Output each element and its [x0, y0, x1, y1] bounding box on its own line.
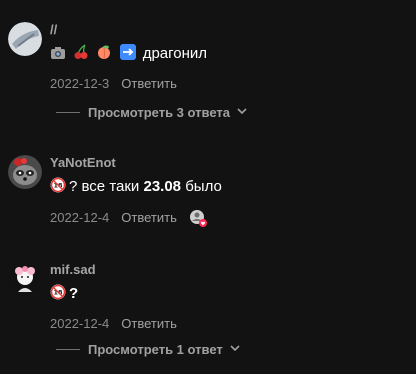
avatar[interactable] — [8, 262, 42, 296]
comment-date: 2022-12-3 — [50, 76, 110, 91]
comment-text-post: было — [181, 178, 222, 195]
comment-username[interactable]: YaNotEnot — [50, 155, 408, 171]
comment-text: 18 ? — [50, 284, 408, 305]
comment-text-main: драгонил — [142, 45, 208, 62]
reply-button[interactable]: Ответить — [121, 316, 177, 332]
avatar[interactable] — [8, 22, 42, 56]
comment-meta: 2022-12-3 Ответить — [50, 76, 408, 92]
comment-date: 2022-12-4 — [50, 210, 110, 225]
creator-liked-badge — [189, 209, 207, 227]
camera-icon — [50, 46, 66, 65]
comment-date: 2022-12-4 — [50, 316, 110, 331]
reply-button[interactable]: Ответить — [121, 76, 177, 92]
peach-icon — [96, 44, 112, 65]
comment-text-bold: 23.08 — [143, 178, 182, 195]
comment-meta: 2022-12-4 Ответить — [50, 209, 408, 227]
view-replies-button[interactable]: Просмотреть 3 ответа — [56, 105, 248, 120]
comment-username[interactable]: mif.sad — [50, 262, 408, 278]
cherries-icon — [73, 44, 89, 65]
comment-meta: 2022-12-4 Ответить — [50, 316, 408, 332]
comment-text-main: ? — [69, 285, 79, 302]
comment-text-pre: ? все таки — [69, 178, 144, 195]
comment-text: драгонил — [50, 44, 408, 65]
comment-username[interactable]: // — [50, 22, 408, 38]
reply-button[interactable]: Ответить — [121, 210, 177, 226]
no-under-18-icon: 18 — [50, 177, 66, 198]
no-under-18-icon: 18 — [50, 284, 66, 305]
view-replies-label: Просмотреть 3 ответа — [88, 105, 230, 120]
view-replies-button[interactable]: Просмотреть 1 ответ — [56, 342, 241, 357]
comment-text: 18 ? все таки 23.08 было — [50, 177, 408, 198]
right-arrow-icon — [119, 44, 136, 65]
chevron-down-icon — [236, 105, 248, 120]
chevron-down-icon — [229, 342, 241, 357]
divider-line — [56, 349, 80, 350]
view-replies-label: Просмотреть 1 ответ — [88, 342, 223, 357]
divider-line — [56, 112, 80, 113]
avatar[interactable] — [8, 155, 42, 189]
